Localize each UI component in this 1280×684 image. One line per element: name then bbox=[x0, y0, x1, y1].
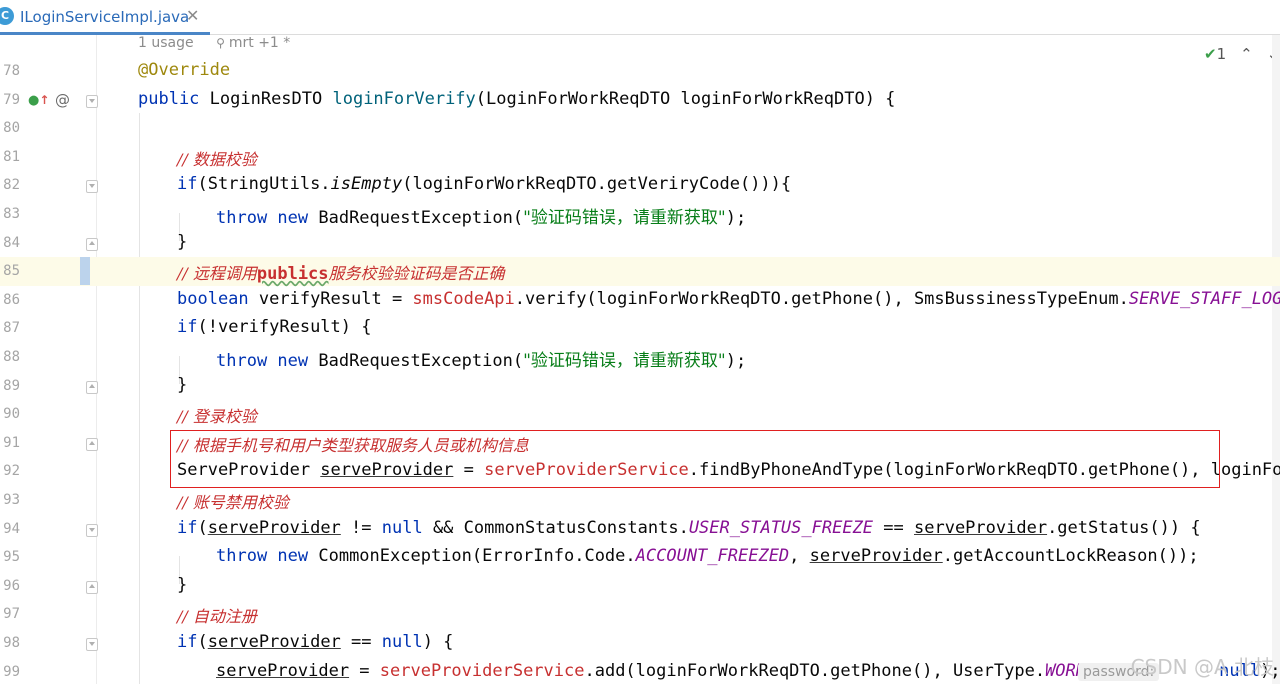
code-line[interactable]: 82 if(StringUtils.isEmpty(loginForWorkRe… bbox=[0, 171, 1280, 200]
line-code[interactable]: // 登录校验 bbox=[177, 403, 257, 427]
line-code[interactable]: throw new CommonException(ErrorInfo.Code… bbox=[216, 546, 1199, 566]
line-number: 94 bbox=[3, 520, 20, 537]
line-number: 84 bbox=[3, 234, 20, 251]
line-number: 88 bbox=[3, 349, 20, 365]
code-line[interactable]: 83 throw new BadRequestException("验证码错误，… bbox=[0, 200, 1280, 229]
line-code[interactable]: } bbox=[177, 375, 187, 395]
watermark: CSDN @A 北枝 bbox=[1130, 655, 1274, 679]
line-number: 79 bbox=[3, 91, 20, 108]
code-line[interactable]: 96 } bbox=[0, 572, 1280, 601]
line-number: 99 bbox=[3, 663, 20, 680]
line-number: 82 bbox=[3, 177, 20, 194]
line-number: 78 bbox=[3, 63, 20, 79]
line-code[interactable]: // 数据校验 bbox=[177, 146, 257, 170]
fold-toggle-icon[interactable] bbox=[86, 638, 98, 651]
code-line[interactable]: 78 @Override bbox=[0, 57, 1280, 86]
line-number: 81 bbox=[3, 148, 20, 165]
code-line[interactable]: 88 throw new BadRequestException("验证码错误，… bbox=[0, 343, 1280, 372]
code-line[interactable]: 87 if(!verifyResult) { bbox=[0, 314, 1280, 343]
line-code[interactable]: // 自动注册 bbox=[177, 603, 257, 627]
code-line[interactable]: 97 // 自动注册 bbox=[0, 600, 1280, 629]
code-line[interactable]: 95 throw new CommonException(ErrorInfo.C… bbox=[0, 543, 1280, 572]
line-number: 89 bbox=[3, 377, 20, 394]
fold-toggle-icon[interactable] bbox=[86, 94, 98, 108]
line-number: 85 bbox=[3, 263, 20, 280]
code-line[interactable]: 90 // 登录校验 bbox=[0, 400, 1280, 429]
line-number: 92 bbox=[3, 463, 20, 480]
line-code[interactable]: throw new BadRequestException("验证码错误，请重新… bbox=[216, 203, 746, 228]
line-code[interactable]: throw new BadRequestException("验证码错误，请重新… bbox=[216, 346, 746, 371]
red-highlight-box bbox=[170, 430, 1220, 488]
line-code[interactable]: boolean verifyResult = smsCodeApi.verify… bbox=[177, 289, 1280, 309]
code-line-current[interactable]: 85 // 远程调用publics服务校验验证码是否正确 bbox=[0, 257, 1280, 286]
code-line[interactable]: 81 // 数据校验 bbox=[0, 143, 1280, 172]
line-code[interactable]: if(serveProvider == null) { bbox=[177, 632, 453, 652]
line-code[interactable]: if(!verifyResult) { bbox=[177, 317, 371, 337]
close-tab-icon[interactable]: ✕ bbox=[186, 6, 199, 25]
line-number: 95 bbox=[3, 549, 20, 566]
implements-method-icon[interactable]: ●↑ bbox=[28, 93, 49, 108]
code-line[interactable]: 89 } bbox=[0, 372, 1280, 401]
line-number: 98 bbox=[3, 635, 20, 651]
line-number: 96 bbox=[3, 577, 20, 594]
person-icon: ⚲ bbox=[216, 36, 225, 50]
code-line[interactable]: 80 bbox=[0, 114, 1280, 143]
line-number: 97 bbox=[3, 606, 20, 623]
code-vision-hint[interactable]: 1 usage ⚲ mrt +1 * bbox=[138, 35, 290, 55]
usage-count[interactable]: 1 usage bbox=[138, 35, 194, 51]
fold-toggle-icon[interactable] bbox=[86, 380, 98, 394]
code-line[interactable]: 94 if(serveProvider != null && CommonSta… bbox=[0, 515, 1280, 544]
line-number: 93 bbox=[3, 492, 20, 508]
file-tab-title[interactable]: ILoginServiceImpl.java bbox=[20, 8, 189, 26]
code-line[interactable]: 93 // 账号禁用校验 bbox=[0, 486, 1280, 515]
change-marker[interactable] bbox=[80, 257, 90, 286]
line-code[interactable]: // 账号禁用校验 bbox=[177, 489, 289, 513]
file-tab[interactable]: C ILoginServiceImpl.java ✕ bbox=[0, 0, 210, 35]
line-number: 90 bbox=[3, 406, 20, 423]
fold-toggle-icon[interactable] bbox=[86, 437, 98, 451]
fold-toggle-icon[interactable] bbox=[86, 237, 98, 251]
line-code[interactable]: if(StringUtils.isEmpty(loginForWorkReqDT… bbox=[177, 174, 791, 194]
code-line[interactable]: 98 if(serveProvider == null) { bbox=[0, 629, 1280, 658]
line-number: 86 bbox=[3, 291, 20, 308]
java-class-icon: C bbox=[0, 7, 14, 25]
fold-toggle-icon[interactable] bbox=[86, 180, 98, 194]
line-code[interactable]: } bbox=[177, 232, 187, 252]
fold-toggle-icon[interactable] bbox=[86, 580, 98, 594]
line-code[interactable]: public LoginResDTO loginForVerify(LoginF… bbox=[138, 89, 895, 109]
code-editor[interactable]: 1 usage ⚲mrt +1 * ✔1⌃⌄ 78 @Override 79 ●… bbox=[0, 35, 1280, 684]
editor-tab-bar: C ILoginServiceImpl.java ✕ bbox=[0, 0, 1280, 35]
code-line[interactable]: 79 ●↑ @ public LoginResDTO loginForVerif… bbox=[0, 86, 1280, 115]
line-number: 91 bbox=[3, 434, 20, 451]
annotation-icon[interactable]: @ bbox=[55, 91, 70, 109]
line-number: 87 bbox=[3, 320, 20, 337]
code-line[interactable]: 84 } bbox=[0, 229, 1280, 258]
line-code[interactable]: @Override bbox=[138, 60, 230, 80]
line-code[interactable]: if(serveProvider != null && CommonStatus… bbox=[177, 518, 1201, 538]
line-code[interactable]: } bbox=[177, 575, 187, 595]
line-number: 83 bbox=[3, 206, 20, 222]
fold-toggle-icon[interactable] bbox=[86, 523, 98, 537]
line-code[interactable]: // 远程调用publics服务校验验证码是否正确 bbox=[177, 260, 505, 284]
author-hint[interactable]: ⚲ mrt +1 * bbox=[216, 35, 290, 51]
line-number: 80 bbox=[3, 120, 20, 137]
code-line[interactable]: 86 boolean verifyResult = smsCodeApi.ver… bbox=[0, 286, 1280, 315]
